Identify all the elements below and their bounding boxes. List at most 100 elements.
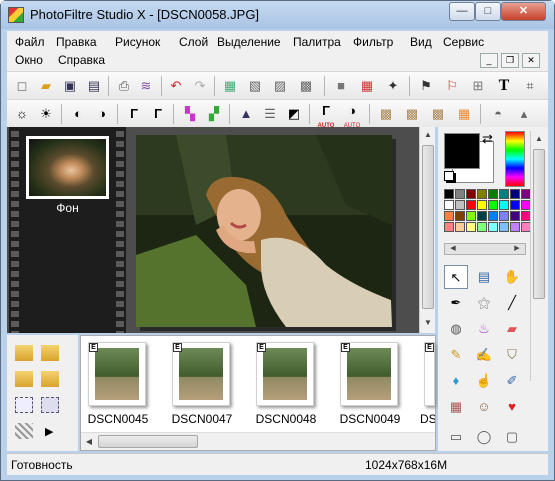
batch-icon[interactable]: ✦	[384, 77, 402, 95]
palette-color-swatch[interactable]	[477, 211, 487, 221]
folder-refresh-icon[interactable]	[41, 371, 59, 387]
layer-manager-icon[interactable]: ▤	[472, 265, 496, 289]
menu-edit[interactable]: Правка	[56, 33, 97, 51]
line-icon[interactable]: ╱	[500, 291, 524, 315]
minimize-button[interactable]: —	[449, 2, 475, 21]
text-icon[interactable]: T	[495, 77, 513, 95]
palette-color-swatch[interactable]	[499, 211, 509, 221]
menu-file[interactable]: Файл	[15, 33, 45, 51]
expand-arrow-icon[interactable]: ▶	[45, 425, 63, 441]
clone-icon[interactable]: ✐	[500, 369, 524, 393]
open-file-icon[interactable]: ▰	[37, 77, 55, 95]
pattern-1-icon[interactable]: ▩	[377, 105, 395, 123]
palette-color-swatch[interactable]	[444, 222, 454, 232]
palette-color-swatch[interactable]	[455, 189, 465, 199]
palette-color-swatch[interactable]	[488, 189, 498, 199]
finger-icon[interactable]: ☝	[472, 369, 496, 393]
palette-color-swatch[interactable]	[455, 200, 465, 210]
paste-as-image-icon[interactable]: ▦	[221, 77, 239, 95]
palette-scrollbar[interactable]: ◀ ▶	[444, 243, 526, 255]
saturation-minus-icon[interactable]: ▚	[181, 105, 199, 123]
gamma-plus-icon[interactable]: Γ	[149, 105, 167, 123]
foreground-color-swatch[interactable]	[444, 133, 480, 169]
strawberry-icon[interactable]: ♥	[500, 395, 524, 419]
maximize-button[interactable]: □	[475, 2, 501, 21]
lasso-icon[interactable]: ⚐	[443, 77, 461, 95]
scan-icon[interactable]: ≋	[137, 77, 155, 95]
menu-palette[interactable]: Палитра	[293, 33, 341, 51]
palette-color-swatch[interactable]	[488, 211, 498, 221]
magic-wand-icon[interactable]: ⚝	[472, 291, 496, 315]
gradient-icon[interactable]: ⊞	[469, 77, 487, 95]
swap-colors-icon[interactable]: ⇄	[482, 131, 493, 147]
stamp-icon[interactable]: ⛉	[500, 343, 524, 367]
rectangle-icon[interactable]: ▭	[444, 425, 468, 449]
palette-color-swatch[interactable]	[499, 222, 509, 232]
contrast-minus-icon[interactable]: ◐	[69, 105, 87, 123]
palette-color-swatch[interactable]	[510, 211, 520, 221]
histogram-icon[interactable]: ▲	[237, 105, 255, 123]
palette-color-swatch[interactable]	[488, 222, 498, 232]
fill-bucket-icon[interactable]: ◍	[444, 317, 468, 341]
mdi-minimize-button[interactable]: _	[480, 53, 498, 68]
auto-gamma-icon[interactable]: Γ AUTO	[317, 104, 335, 129]
pattern-4-icon[interactable]: ▦	[455, 105, 473, 123]
rounded-rect-icon[interactable]: ▢	[500, 425, 524, 449]
file-thumbnail[interactable]: E	[172, 342, 230, 406]
palette-color-swatch[interactable]	[444, 189, 454, 199]
save-as-icon[interactable]: ▤	[85, 77, 103, 95]
menu-help[interactable]: Справка	[58, 51, 105, 69]
file-thumbnail[interactable]: E	[340, 342, 398, 406]
print-icon[interactable]: ⎙	[115, 77, 133, 95]
folder-up-icon[interactable]	[41, 345, 59, 361]
tools-vertical-scrollbar[interactable]: ▲	[530, 131, 546, 381]
brightness-minus-icon[interactable]: ☼	[13, 105, 31, 123]
crop-icon[interactable]: ⌗	[521, 77, 539, 95]
palette-color-swatch[interactable]	[466, 200, 476, 210]
reset-colors-icon[interactable]	[444, 171, 454, 181]
ellipse-icon[interactable]: ◯	[472, 425, 496, 449]
pattern-icon[interactable]: ▦	[444, 395, 468, 419]
image-canvas[interactable]	[136, 135, 392, 327]
palette-color-swatch[interactable]	[466, 211, 476, 221]
scroll-down-icon[interactable]: ▼	[420, 315, 436, 331]
saturation-plus-icon[interactable]: ▞	[205, 105, 223, 123]
eyedropper-icon[interactable]: ✒	[444, 291, 468, 315]
hand-icon[interactable]: ✋	[500, 265, 524, 289]
palette-color-swatch[interactable]	[510, 200, 520, 210]
scroll-thumb[interactable]	[422, 145, 434, 309]
automate-icon[interactable]: ▦	[358, 77, 376, 95]
layer-thumbnail[interactable]	[26, 136, 109, 199]
menu-layer[interactable]: Слой	[179, 33, 208, 51]
folder-tree-icon[interactable]	[15, 345, 33, 361]
duplicate-icon[interactable]: ▧	[246, 77, 264, 95]
scroll-up-icon[interactable]: ▲	[420, 127, 436, 143]
gamma-minus-icon[interactable]: Γ	[125, 105, 143, 123]
selection-arrow-icon[interactable]: ↖	[444, 265, 468, 289]
color-spectrum[interactable]	[505, 131, 525, 187]
color-count-icon[interactable]: ■	[332, 77, 350, 95]
new-file-icon[interactable]: ◻	[13, 77, 31, 95]
palette-color-swatch[interactable]	[444, 211, 454, 221]
title-bar[interactable]: PhotoFiltre Studio X - [DSCN0058.JPG] — …	[1, 1, 554, 29]
menu-filter[interactable]: Фильтр	[353, 33, 393, 51]
sharpen-icon[interactable]: ▴	[515, 105, 533, 123]
portrait-icon[interactable]: ☺	[472, 395, 496, 419]
palette-color-swatch[interactable]	[510, 222, 520, 232]
redo-icon[interactable]: ↷	[191, 77, 209, 95]
palette-color-swatch[interactable]	[488, 200, 498, 210]
spray-icon[interactable]: ♨	[472, 317, 496, 341]
folder-open-icon[interactable]	[15, 371, 33, 387]
scroll-thumb[interactable]	[98, 435, 198, 448]
select-all-icon[interactable]	[15, 397, 33, 413]
pattern-2-icon[interactable]: ▩	[403, 105, 421, 123]
menu-selection[interactable]: Выделение	[217, 33, 281, 51]
menu-image[interactable]: Рисунок	[115, 33, 160, 51]
palette-color-swatch[interactable]	[477, 200, 487, 210]
palette-color-swatch[interactable]	[455, 222, 465, 232]
thumbnail-options-icon[interactable]	[15, 423, 33, 439]
palette-scroll-left-icon[interactable]: ◀	[445, 241, 461, 257]
eraser-icon[interactable]: ▰	[500, 317, 524, 341]
menu-window[interactable]: Окно	[15, 51, 43, 69]
brush-icon[interactable]: ✎	[444, 343, 468, 367]
